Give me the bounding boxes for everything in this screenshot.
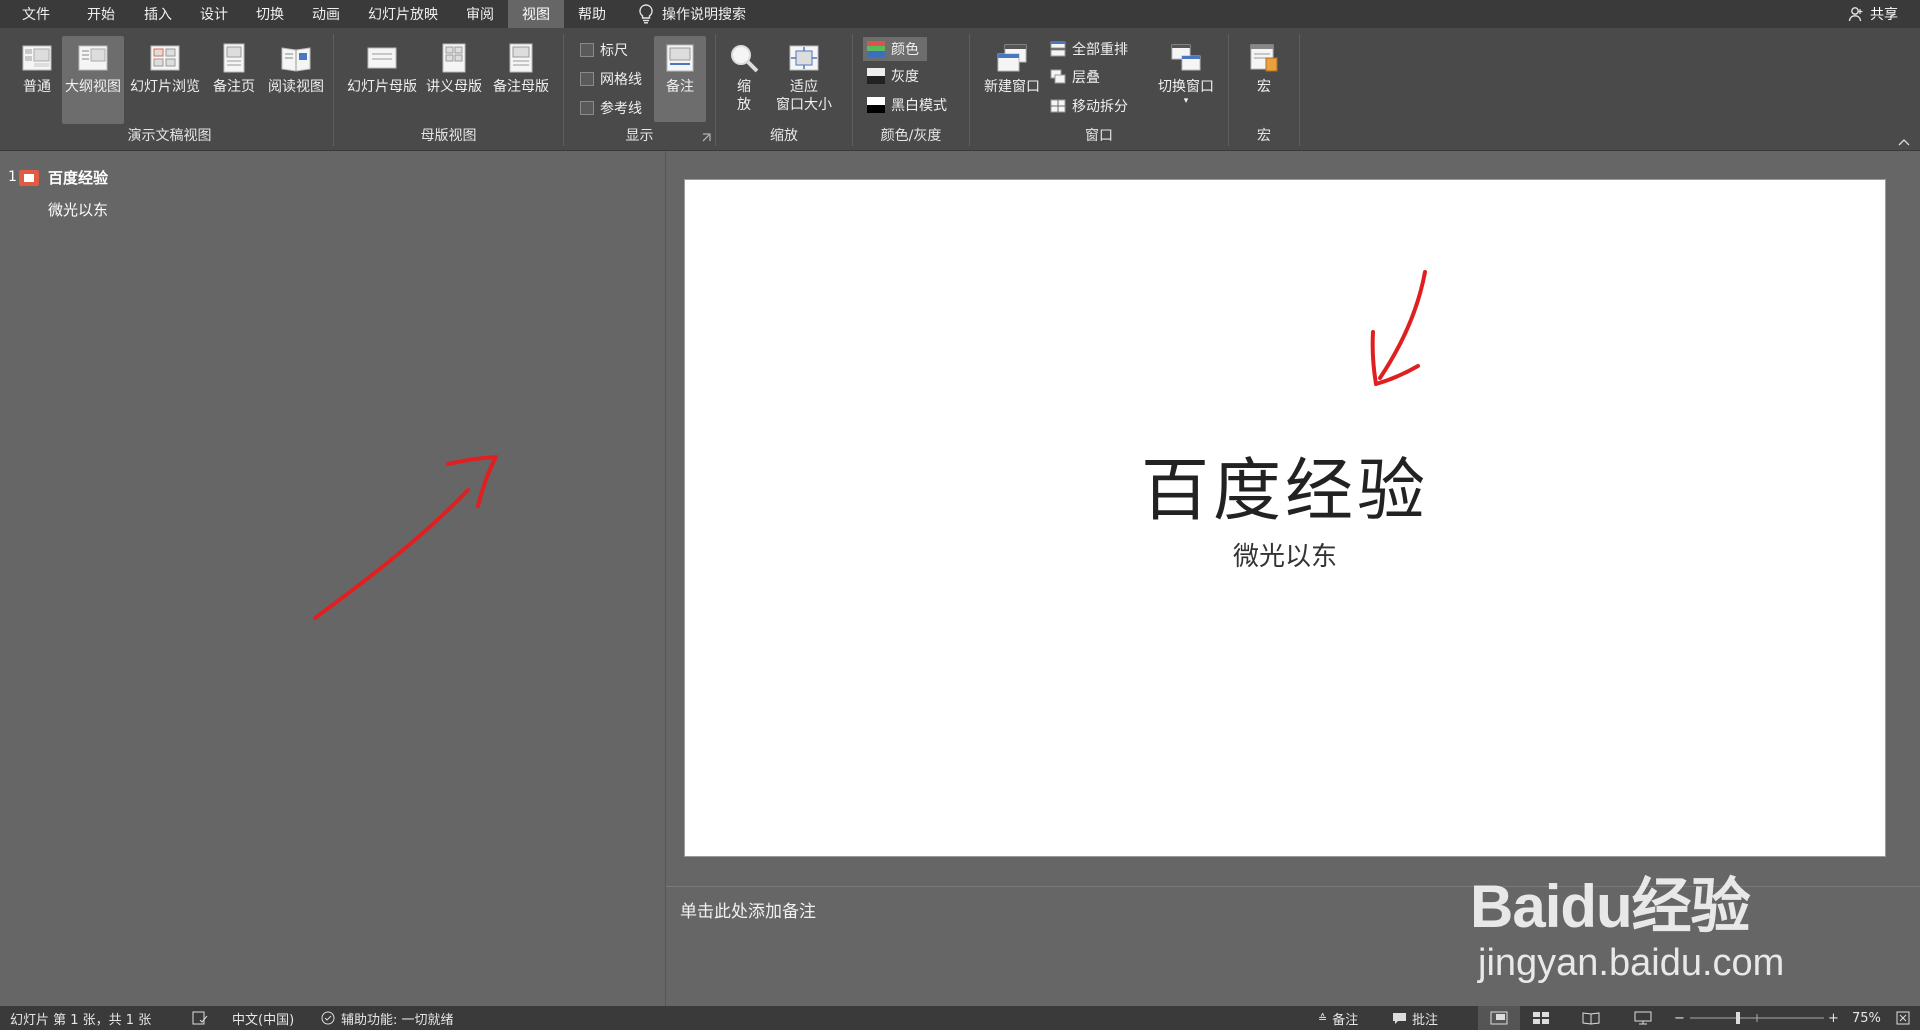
accessibility-icon <box>321 1011 335 1025</box>
reading-view-small-icon <box>1582 1012 1600 1025</box>
notes-placeholder[interactable]: 单击此处添加备注 <box>680 897 816 922</box>
language-status[interactable]: 中文(中国) <box>232 1006 294 1030</box>
watermark-url: jingyan.baidu.com <box>1478 942 1785 984</box>
fit-slide-icon <box>1896 1011 1910 1025</box>
accessibility-status[interactable]: 辅助功能: 一切就绪 <box>320 1006 454 1030</box>
notes-status-button[interactable]: ≙ 备注 <box>1318 1006 1358 1030</box>
zoom-level[interactable]: 75% <box>1852 1006 1881 1030</box>
zoom-slider-track <box>1690 1012 1824 1024</box>
watermark-logo: Baidu经验 <box>1470 873 1751 940</box>
spellcheck-status[interactable] <box>192 1006 208 1030</box>
slide-sorter-small-icon <box>1533 1012 1549 1024</box>
slide-indicator[interactable]: 幻灯片 第 1 张，共 1 张 <box>10 1006 151 1030</box>
slide-sorter-status-button[interactable] <box>1532 1006 1550 1030</box>
normal-view-status-button[interactable] <box>1478 1006 1520 1030</box>
slideshow-status-button[interactable] <box>1634 1006 1652 1030</box>
spellcheck-icon <box>192 1011 208 1025</box>
fit-slide-button[interactable] <box>1896 1006 1910 1030</box>
normal-view-small-icon <box>1490 1011 1508 1025</box>
comment-icon <box>1393 1012 1406 1024</box>
notes-up-icon: ≙ <box>1318 1011 1328 1025</box>
slideshow-small-icon <box>1634 1011 1652 1025</box>
comments-label: 批注 <box>1412 1012 1439 1028</box>
notes-status-label: 备注 <box>1332 1012 1359 1028</box>
reading-view-status-button[interactable] <box>1582 1006 1600 1030</box>
zoom-out-button[interactable]: − <box>1674 1006 1685 1030</box>
annotation-arrow-right <box>1370 270 1427 386</box>
zoom-slider[interactable] <box>1690 1006 1824 1030</box>
accessibility-label: 辅助功能: 一切就绪 <box>341 1012 454 1028</box>
zoom-in-button[interactable]: + <box>1828 1006 1839 1030</box>
annotation-arrow-left <box>313 455 498 620</box>
status-bar: 幻灯片 第 1 张，共 1 张 中文(中国) 辅助功能: 一切就绪 ≙ 备注 批… <box>0 1006 1920 1030</box>
comments-status-button[interactable]: 批注 <box>1392 1006 1438 1030</box>
